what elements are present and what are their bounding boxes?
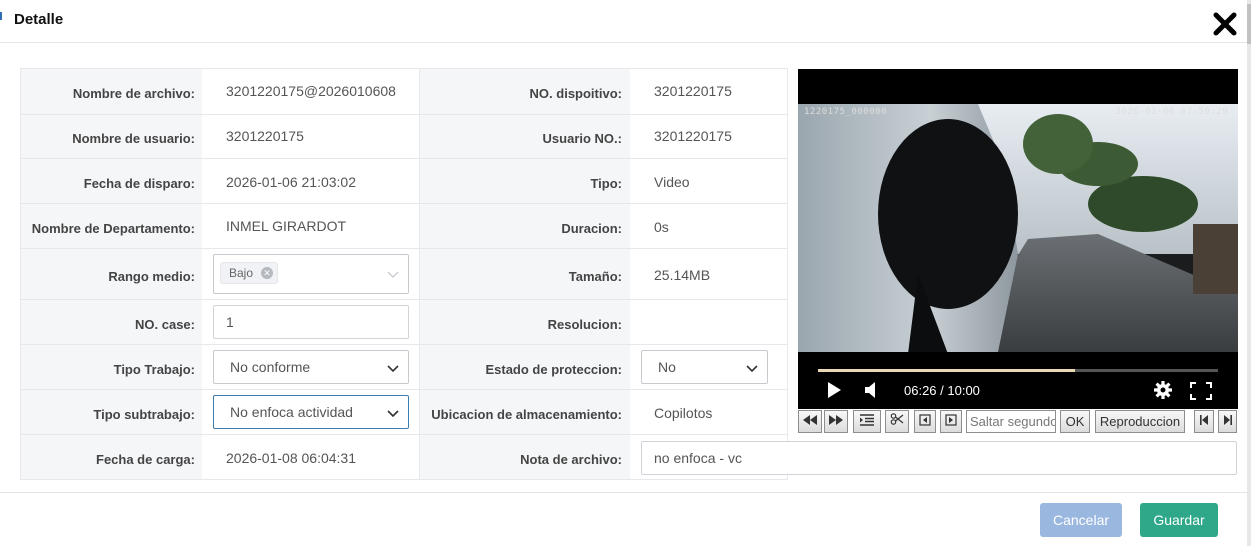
grid-line — [20, 158, 788, 159]
next-frame-button[interactable] — [940, 410, 962, 433]
remove-tag-icon[interactable]: ✕ — [261, 267, 274, 279]
storage-location-label: Ubicacion de almacenamiento: — [431, 407, 622, 422]
volume-icon[interactable] — [864, 381, 880, 399]
file-name-value: 3201220175@2026010608 — [226, 83, 396, 99]
skip-start-icon — [1200, 415, 1208, 425]
playback-button[interactable]: Reproduccion — [1095, 410, 1185, 433]
protection-state-label: Estado de proteccion: — [485, 362, 622, 377]
list-indent-icon — [860, 414, 874, 426]
file-note-input[interactable]: no enfoca - vc — [641, 441, 1237, 475]
video-progress-fill — [818, 369, 1076, 372]
case-no-input[interactable]: 1 — [213, 305, 409, 339]
user-no-value: 3201220175 — [654, 128, 732, 144]
subwork-type-select[interactable]: No enfoca actividad — [213, 395, 409, 429]
modal-title: Detalle — [14, 11, 64, 28]
fullscreen-icon[interactable] — [1190, 382, 1212, 400]
seek-ok-button[interactable]: OK — [1060, 410, 1090, 433]
size-value: 25.14MB — [654, 267, 711, 283]
player-toolbar: Saltar segundos OK Reproduccion — [798, 410, 1240, 434]
grid-line — [20, 203, 788, 204]
grid-line — [20, 299, 788, 300]
chevron-down-icon — [387, 365, 399, 373]
case-no-label: NO. case: — [135, 317, 195, 332]
file-name-label: Nombre de archivo: — [72, 86, 195, 101]
subwork-type-label: Tipo subtrabajo: — [93, 407, 195, 422]
close-icon[interactable] — [1212, 11, 1240, 39]
user-name-label: Nombre de usuario: — [72, 131, 195, 146]
chevron-down-icon — [387, 410, 399, 418]
detail-modal: Detalle Nombre de archivo: 3201220175@20… — [0, 0, 1251, 546]
rewind-icon — [803, 415, 817, 425]
range-tag: Bajo ✕ — [220, 262, 279, 284]
range-label: Rango medio: — [108, 269, 195, 284]
list-button[interactable] — [853, 410, 881, 433]
file-note-label: Nota de archivo: — [520, 452, 622, 467]
video-progress-bar[interactable] — [818, 369, 1218, 372]
grid-line — [20, 344, 788, 345]
save-button[interactable]: Guardar — [1140, 503, 1218, 537]
department-label: Nombre de Departamento: — [31, 221, 195, 236]
chevron-down-icon — [746, 365, 758, 373]
video-time: 06:26 / 10:00 — [904, 383, 980, 398]
rewind-button[interactable] — [798, 410, 822, 433]
grid-line — [20, 248, 788, 249]
device-no-value: 3201220175 — [654, 83, 732, 99]
trigger-date-label: Fecha de disparo: — [83, 176, 195, 191]
grid-line — [20, 114, 788, 115]
grid-line — [20, 434, 788, 435]
type-value: Video — [654, 174, 690, 190]
previous-frame-button[interactable] — [914, 410, 936, 433]
work-type-label: Tipo Trabajo: — [113, 362, 195, 377]
video-player[interactable]: 1220175_000000 2026-01-06 07:59:29 06:26… — [798, 69, 1238, 409]
protection-state-value: No — [658, 359, 676, 375]
work-type-value: No conforme — [230, 359, 311, 375]
user-no-label: Usuario NO.: — [542, 131, 622, 146]
footer-divider — [0, 492, 1247, 493]
grid-line — [787, 68, 788, 480]
upload-date-label: Fecha de carga: — [96, 452, 195, 467]
size-label: Tamaño: — [568, 269, 622, 284]
osd-timestamp: 2026-01-06 07:59:29 — [1115, 107, 1228, 117]
play-icon[interactable] — [826, 381, 842, 399]
fast-forward-button[interactable] — [824, 410, 848, 433]
frame-forward-icon — [945, 414, 957, 426]
modal-header: Detalle — [0, 0, 1247, 43]
clip-button[interactable] — [885, 410, 909, 433]
grid-line — [20, 389, 788, 390]
scissors-icon — [890, 413, 904, 425]
video-frame — [798, 104, 1238, 352]
range-tag-label: Bajo — [229, 266, 254, 280]
subwork-type-value: No enfoca actividad — [230, 404, 353, 420]
page-scrollbar[interactable] — [1247, 0, 1251, 546]
detail-form: Nombre de archivo: 3201220175@2026010608… — [20, 68, 1237, 480]
last-frame-button[interactable] — [1218, 410, 1237, 433]
cancel-button[interactable]: Cancelar — [1040, 503, 1122, 537]
gear-icon[interactable] — [1153, 380, 1173, 400]
fast-forward-icon — [829, 415, 843, 425]
upload-date-value: 2026-01-08 06:04:31 — [226, 450, 356, 466]
resolution-label: Resolucion: — [547, 317, 622, 332]
frame-back-icon — [919, 414, 931, 426]
duration-value: 0s — [654, 219, 669, 235]
osd-device-id: 1220175_000000 — [804, 107, 887, 117]
first-frame-button[interactable] — [1194, 410, 1214, 433]
storage-location-value: Copilotos — [654, 405, 713, 421]
device-no-label: NO. dispoitivo: — [529, 86, 622, 101]
seek-seconds-input[interactable]: Saltar segundos — [966, 410, 1056, 433]
grid-line — [20, 68, 788, 69]
protection-state-select[interactable]: No — [641, 350, 768, 384]
grid-line — [20, 479, 788, 480]
department-value: INMEL GIRARDOT — [226, 218, 347, 234]
work-type-select[interactable]: No conforme — [213, 350, 409, 384]
range-multiselect[interactable]: Bajo ✕ — [213, 254, 409, 294]
type-label: Tipo: — [590, 176, 622, 191]
duration-label: Duracion: — [561, 221, 622, 236]
chevron-down-icon — [387, 271, 399, 278]
user-name-value: 3201220175 — [226, 128, 304, 144]
trigger-date-value: 2026-01-06 21:03:02 — [226, 174, 356, 190]
skip-end-icon — [1223, 415, 1232, 425]
